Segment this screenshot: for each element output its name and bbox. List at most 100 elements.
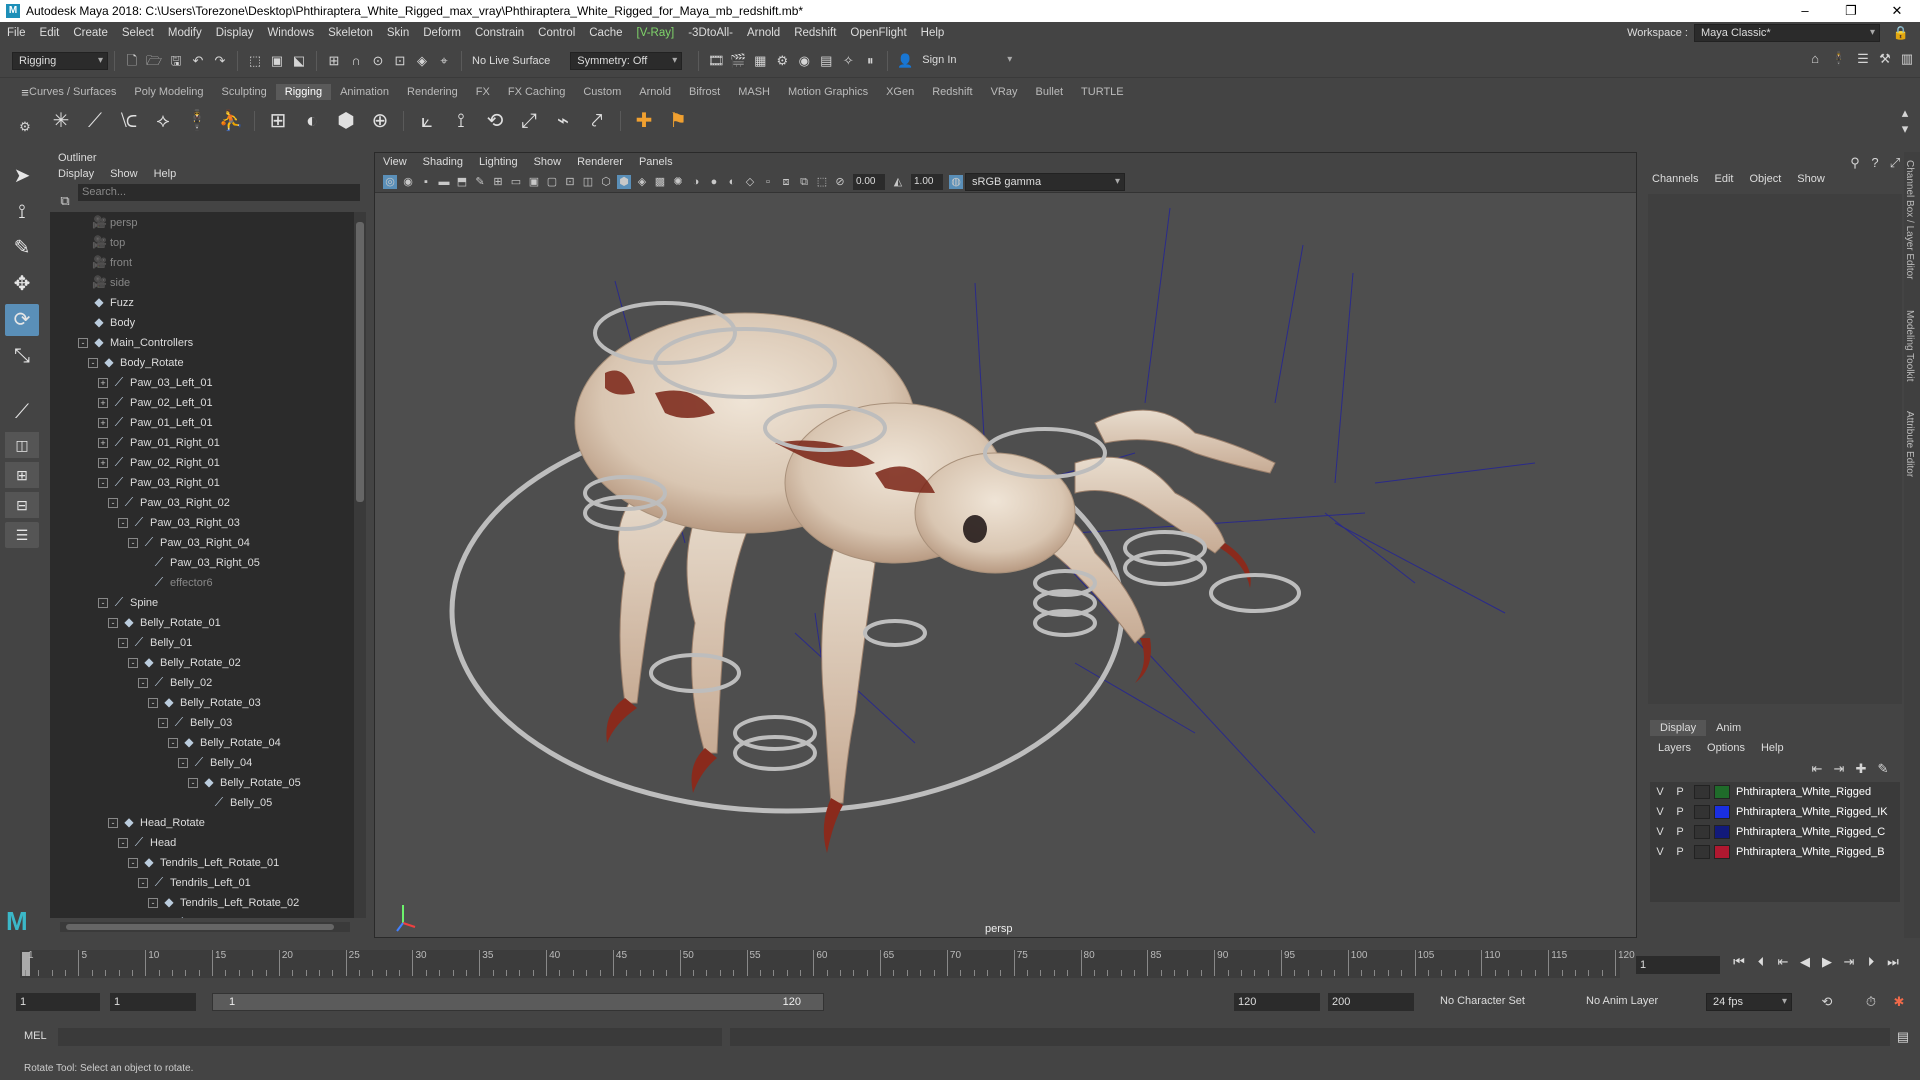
tab-animation[interactable]: Animation bbox=[331, 84, 398, 100]
exposure-icon[interactable]: ⊘ bbox=[833, 175, 847, 189]
redo-icon[interactable]: ↷ bbox=[211, 52, 229, 70]
bind-skin-icon[interactable]: ⊞ bbox=[263, 106, 293, 136]
outliner-item[interactable]: - ◆ Body_Rotate bbox=[50, 352, 354, 372]
outliner-item[interactable]: - ⟋ Belly_01 bbox=[50, 632, 354, 652]
menu-cache[interactable]: Cache bbox=[582, 27, 629, 39]
tab-bifrost[interactable]: Bifrost bbox=[680, 84, 729, 100]
select-object-icon[interactable]: ▣ bbox=[268, 52, 286, 70]
layer-color-swatch[interactable] bbox=[1714, 825, 1730, 839]
collapse-icon[interactable]: - bbox=[108, 498, 118, 509]
outliner-item[interactable]: + ⟋ Paw_02_Left_01 bbox=[50, 392, 354, 412]
outliner-item[interactable]: - ⟋ Head bbox=[50, 832, 354, 852]
outliner-item[interactable]: ◆ Body bbox=[50, 312, 354, 332]
channel-box-pin-icon[interactable]: ⚲ bbox=[1846, 154, 1864, 172]
paint-select-icon[interactable]: ✎ bbox=[5, 232, 39, 264]
persp-outliner-icon[interactable]: ⊟ bbox=[5, 492, 39, 518]
minimize-button[interactable]: – bbox=[1782, 0, 1828, 22]
viewport-canvas[interactable]: persp bbox=[375, 193, 1636, 937]
use-all-lights-icon[interactable]: ✺ bbox=[671, 175, 685, 189]
outliner-menu-display[interactable]: Display bbox=[50, 168, 102, 180]
attribute-editor-icon[interactable]: ☰ bbox=[1854, 50, 1872, 68]
symmetry-dropdown[interactable]: Symmetry: Off bbox=[570, 51, 683, 70]
viewport-menu-lighting[interactable]: Lighting bbox=[471, 153, 526, 171]
collapse-icon[interactable]: - bbox=[128, 658, 138, 669]
layer-color-swatch[interactable] bbox=[1714, 805, 1730, 819]
outliner-menu-show[interactable]: Show bbox=[102, 168, 146, 180]
four-view-icon[interactable]: ⊞ bbox=[5, 462, 39, 488]
menu-arnold[interactable]: Arnold bbox=[740, 27, 787, 39]
outliner-item[interactable]: - ◆ Head_Rotate bbox=[50, 812, 354, 832]
side-tab-modeling-toolkit[interactable]: Modeling Toolkit bbox=[1904, 302, 1915, 390]
select-component-icon[interactable]: ⬕ bbox=[290, 52, 308, 70]
expand-icon[interactable]: + bbox=[98, 438, 108, 449]
script-language-toggle[interactable]: MEL bbox=[24, 1030, 47, 1042]
snap-view-icon[interactable]: ⊡ bbox=[391, 52, 409, 70]
wireframe-icon[interactable]: ⬡ bbox=[599, 175, 613, 189]
select-camera-icon[interactable]: ◎ bbox=[383, 174, 397, 189]
new-layer-selected-icon[interactable]: ✎ bbox=[1874, 760, 1892, 778]
outliner-item[interactable]: - ◆ Tendrils_Left_Rotate_01 bbox=[50, 852, 354, 872]
xray-icon[interactable]: ⧉ bbox=[797, 175, 811, 189]
play-backwards-icon[interactable]: ◀ bbox=[1794, 954, 1816, 970]
menu-select[interactable]: Select bbox=[115, 27, 161, 39]
hypershade-icon[interactable]: ◉ bbox=[795, 52, 813, 70]
channel-box-float-icon[interactable]: ⤢ bbox=[1886, 154, 1904, 172]
menu-display[interactable]: Display bbox=[209, 27, 261, 39]
ik-handle-icon[interactable]: ⟋ bbox=[80, 106, 110, 136]
tab-fx[interactable]: FX bbox=[467, 84, 499, 100]
tab-turtle[interactable]: TURTLE bbox=[1072, 84, 1133, 100]
collapse-icon[interactable]: - bbox=[158, 718, 168, 729]
last-tool-icon[interactable]: ⟋ bbox=[5, 396, 39, 428]
filter-icon[interactable]: ⧉ bbox=[56, 192, 74, 210]
tab-custom[interactable]: Custom bbox=[574, 84, 630, 100]
step-back-frame-icon[interactable]: ⏴ bbox=[1750, 954, 1772, 970]
channel-menu-show[interactable]: Show bbox=[1789, 164, 1833, 194]
gate-mask-icon[interactable]: ▢ bbox=[545, 175, 559, 189]
collapse-icon[interactable]: - bbox=[118, 838, 128, 849]
aim-constraint-icon[interactable]: ⌁ bbox=[548, 106, 578, 136]
expand-icon[interactable]: + bbox=[98, 398, 108, 409]
joint-label-icon[interactable]: ⚑ bbox=[663, 106, 693, 136]
snap-curve-icon[interactable]: ∩ bbox=[347, 52, 365, 70]
side-tab-attribute-editor[interactable]: Attribute Editor bbox=[1904, 403, 1915, 485]
play-forwards-icon[interactable]: ▶ bbox=[1816, 954, 1838, 970]
outliner-item[interactable]: - ◆ Belly_Rotate_03 bbox=[50, 692, 354, 712]
textured-icon[interactable]: ▩ bbox=[653, 175, 667, 189]
expand-icon[interactable]: + bbox=[98, 418, 108, 429]
gamma-field[interactable]: 1.00 bbox=[911, 173, 943, 190]
close-button[interactable]: ✕ bbox=[1874, 0, 1920, 22]
outliner-search-input[interactable]: Search... bbox=[78, 184, 360, 201]
outliner-item[interactable]: - ◆ Main_Controllers bbox=[50, 332, 354, 352]
start-time-field[interactable]: 1 bbox=[16, 993, 100, 1011]
grid-icon[interactable]: ⊞ bbox=[491, 175, 505, 189]
layer-visibility-toggle[interactable]: V bbox=[1650, 802, 1670, 822]
pole-vector-icon[interactable]: ⤤ bbox=[582, 106, 612, 136]
outliner-item[interactable]: + ⟋ Paw_01_Left_01 bbox=[50, 412, 354, 432]
range-slider[interactable]: 1 120 bbox=[212, 993, 824, 1011]
open-scene-icon[interactable]: 🗁 bbox=[145, 52, 163, 70]
orient-constraint-icon[interactable]: ⟲ bbox=[480, 106, 510, 136]
bookmarks-icon[interactable]: ▪ bbox=[419, 175, 433, 189]
collapse-icon[interactable]: - bbox=[148, 698, 158, 709]
move-tool-icon[interactable]: ✥ bbox=[5, 268, 39, 300]
layer-menu-layers[interactable]: Layers bbox=[1650, 742, 1699, 754]
humanik-skeleton-icon[interactable]: ⛹ bbox=[216, 106, 246, 136]
outliner-item[interactable]: - ◆ Belly_Rotate_02 bbox=[50, 652, 354, 672]
paint-weights-icon[interactable]: ◐ bbox=[297, 106, 327, 136]
mirror-joint-icon[interactable]: ⟡ bbox=[148, 106, 178, 136]
menu-create[interactable]: Create bbox=[66, 27, 115, 39]
layer-visibility-toggle[interactable]: V bbox=[1650, 782, 1670, 802]
smooth-shade-icon[interactable]: ⬢ bbox=[617, 174, 631, 189]
exposure-field[interactable]: 0.00 bbox=[853, 173, 885, 190]
color-management-icon[interactable]: ◍ bbox=[949, 174, 963, 189]
resolution-gate-icon[interactable]: ▣ bbox=[527, 175, 541, 189]
outliner-item[interactable]: - ◆ Tendrils_Left_Rotate_02 bbox=[50, 892, 354, 912]
viewport-menu-panels[interactable]: Panels bbox=[631, 153, 681, 171]
restore-button[interactable]: ❐ bbox=[1828, 0, 1874, 22]
live-surface-label[interactable]: No Live Surface bbox=[472, 55, 550, 67]
tool-settings-icon[interactable]: ⚒ bbox=[1876, 50, 1894, 68]
layer-reference-toggle[interactable] bbox=[1694, 845, 1710, 859]
tab-vray[interactable]: VRay bbox=[982, 84, 1027, 100]
outliner-item[interactable]: - ⟋ Belly_04 bbox=[50, 752, 354, 772]
undo-icon[interactable]: ↶ bbox=[189, 52, 207, 70]
